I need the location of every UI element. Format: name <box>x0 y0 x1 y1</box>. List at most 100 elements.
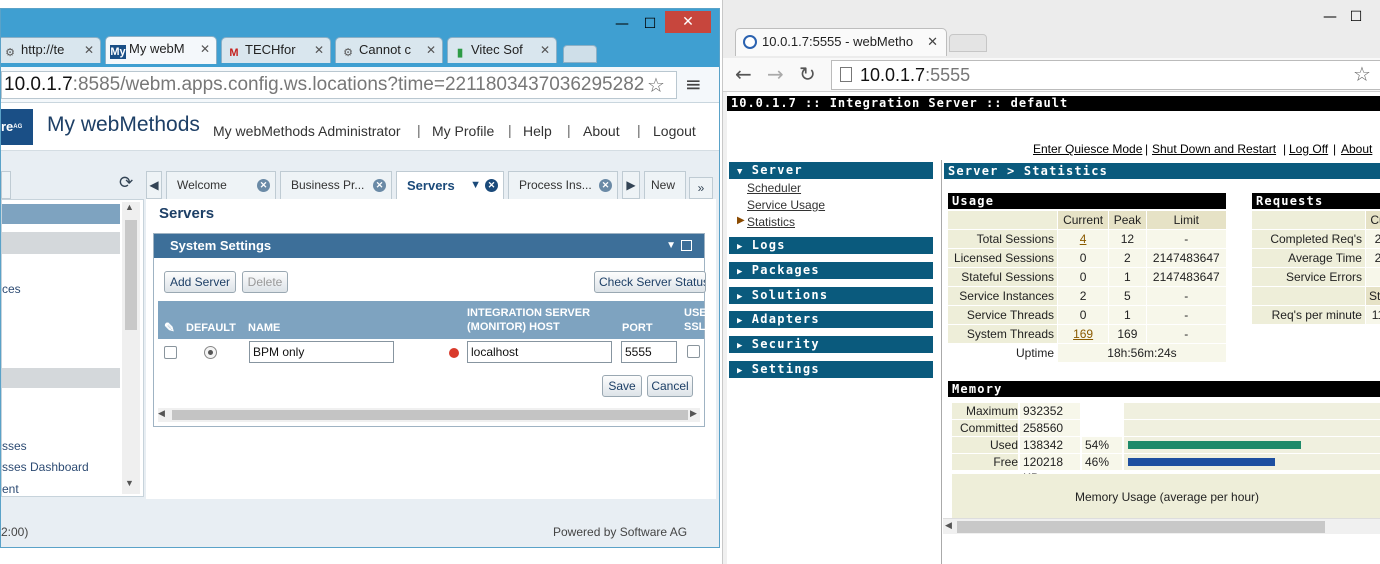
more-tabs-icon[interactable]: » <box>689 177 713 199</box>
scroll-left-icon[interactable]: ◀ <box>945 520 952 531</box>
col-host-line2: (MONITOR) HOST <box>467 321 560 333</box>
maximize-portlet-icon[interactable] <box>681 240 692 251</box>
browser-tab-2[interactable]: My My webM ✕ <box>105 36 217 64</box>
check-server-status-button[interactable]: Check Server Status <box>594 271 706 293</box>
nav-packages[interactable]: ▶ Packages <box>729 262 933 279</box>
tabs-scroll-left-icon[interactable]: ◀ <box>146 171 162 199</box>
add-server-button[interactable]: Add Server <box>164 271 236 293</box>
refresh-sync-icon[interactable]: ⟳ <box>119 173 133 193</box>
host-input[interactable]: localhost <box>467 341 612 363</box>
header-link-my-profile[interactable]: My Profile <box>432 123 494 139</box>
nav-service-usage[interactable]: Service Usage <box>747 198 825 212</box>
close-tab-icon[interactable]: ✕ <box>426 38 436 62</box>
sidebar-collapsed-tab[interactable] <box>1 171 11 199</box>
server-name-input[interactable]: BPM only <box>249 341 394 363</box>
portal-tab-new[interactable]: New <box>644 171 686 199</box>
menu-icon[interactable]: ≡ <box>685 72 702 96</box>
row-select-checkbox[interactable] <box>164 346 177 359</box>
maximize-icon[interactable]: ☐ <box>1343 6 1369 28</box>
scroll-left-icon[interactable]: ◀ <box>158 408 165 419</box>
sidebar-item[interactable]: ent <box>2 482 19 496</box>
link-separator: | <box>1283 142 1287 156</box>
bookmark-star-icon[interactable]: ☆ <box>647 73 665 97</box>
shut-down-restart-link[interactable]: Shut Down and Restart <box>1152 142 1276 156</box>
close-tab-icon[interactable]: ✕ <box>540 38 550 62</box>
minimize-icon[interactable]: — <box>1317 6 1343 28</box>
scroll-right-icon[interactable]: ▶ <box>690 408 697 419</box>
portal-tab-business-processes[interactable]: Business Pr... ✕ <box>280 171 392 199</box>
close-tab-icon[interactable]: ✕ <box>257 179 270 192</box>
browser-tab-5[interactable]: ▮ Vitec Sof ✕ <box>447 37 557 63</box>
nav-adapters[interactable]: ▶ Adapters <box>729 311 933 328</box>
new-tab-button[interactable] <box>949 34 987 52</box>
header-link-about[interactable]: About <box>583 123 620 139</box>
chevron-down-icon[interactable]: ▼ <box>666 234 676 258</box>
close-tab-icon[interactable]: ✕ <box>599 179 612 192</box>
horizontal-scrollbar[interactable]: ◀ <box>943 518 1380 534</box>
about-link[interactable]: About <box>1341 142 1372 156</box>
new-tab-button[interactable] <box>563 45 597 63</box>
close-tab-icon[interactable]: ✕ <box>314 38 324 62</box>
enter-quiesce-mode-link[interactable]: Enter Quiesce Mode <box>1033 142 1142 156</box>
scroll-up-icon[interactable]: ▲ <box>125 202 134 212</box>
minimize-icon[interactable]: — <box>609 13 635 35</box>
breadcrumb: Server > Statistics <box>944 163 1380 179</box>
cancel-button[interactable]: Cancel <box>647 375 693 397</box>
browser-tab-1[interactable]: ⚙ http://te ✕ <box>1 37 101 63</box>
browser-tab-3[interactable]: M TECHfor ✕ <box>221 37 331 63</box>
delete-button[interactable]: Delete <box>242 271 288 293</box>
gear-bug-icon: ⚙ <box>343 47 353 59</box>
tabs-scroll-right-icon[interactable]: ▶ <box>622 171 640 199</box>
back-icon[interactable]: ← <box>735 62 752 86</box>
address-bar[interactable]: 10.0.1.7:8585/webm.apps.config.ws.locati… <box>1 71 677 99</box>
nav-solutions[interactable]: ▶ Solutions <box>729 287 933 304</box>
sidebar-item[interactable]: sses Dashboard <box>2 460 89 474</box>
sidebar-band[interactable] <box>2 368 120 388</box>
header-link-help[interactable]: Help <box>523 123 552 139</box>
bookmark-star-icon[interactable]: ☆ <box>1353 62 1371 86</box>
nav-security[interactable]: ▶ Security <box>729 336 933 353</box>
default-radio[interactable] <box>204 346 217 359</box>
reload-icon[interactable]: ↻ <box>799 62 816 86</box>
header-link-logout[interactable]: Logout <box>653 123 696 139</box>
total-sessions-link[interactable]: 4 <box>1080 232 1087 246</box>
nav-scheduler[interactable]: Scheduler <box>747 181 801 195</box>
horizontal-scrollbar[interactable]: ◀ ▶ <box>158 408 700 422</box>
scrollbar-thumb[interactable] <box>125 220 137 330</box>
scrollbar-thumb[interactable] <box>172 410 688 420</box>
portal-tab-process-instances[interactable]: Process Ins... ✕ <box>508 171 618 199</box>
portal-tab-servers[interactable]: Servers ▼ ✕ <box>396 171 504 199</box>
address-bar[interactable]: 10.0.1.7:5555 <box>831 60 1380 90</box>
nav-logs[interactable]: ▶ Logs <box>729 237 933 254</box>
sidebar-item[interactable]: ces <box>2 282 21 296</box>
portal-tab-welcome[interactable]: Welcome ✕ <box>166 171 276 199</box>
header-link-administrator[interactable]: My webMethods Administrator <box>213 123 401 139</box>
close-tab-icon[interactable]: ✕ <box>84 38 94 62</box>
nav-statistics[interactable]: Statistics <box>747 215 795 229</box>
sidebar-band-active[interactable] <box>2 204 120 224</box>
nav-server[interactable]: ▼ Server <box>729 162 933 179</box>
sidebar-item[interactable]: sses <box>2 439 27 453</box>
sidebar-scrollbar[interactable]: ▲ ▼ <box>122 202 140 494</box>
close-tab-icon[interactable]: ✕ <box>373 179 386 192</box>
browser-tab-4[interactable]: ⚙ Cannot c ✕ <box>335 37 443 63</box>
scroll-down-icon[interactable]: ▼ <box>125 478 134 488</box>
scrollbar-thumb[interactable] <box>957 521 1325 533</box>
close-tab-icon[interactable]: ✕ <box>927 29 938 55</box>
chevron-down-icon[interactable]: ▼ <box>470 172 481 199</box>
close-window-icon[interactable]: ✕ <box>665 11 711 33</box>
browser-tab-integration-server[interactable]: 10.0.1.7:5555 - webMetho ✕ <box>735 28 947 56</box>
maximize-icon[interactable]: ☐ <box>637 13 663 35</box>
save-button[interactable]: Save <box>602 375 642 397</box>
close-tab-icon[interactable]: ✕ <box>485 179 498 192</box>
use-ssl-checkbox[interactable] <box>687 345 700 358</box>
close-tab-icon[interactable]: ✕ <box>200 37 210 61</box>
nav-settings[interactable]: ▶ Settings <box>729 361 933 378</box>
used-memory-bar-track <box>1124 437 1380 453</box>
port-input[interactable]: 5555 <box>621 341 677 363</box>
log-off-link[interactable]: Log Off <box>1289 142 1328 156</box>
system-threads-link[interactable]: 169 <box>1073 327 1093 341</box>
forward-icon[interactable]: → <box>767 62 784 86</box>
sidebar-band[interactable] <box>2 232 120 254</box>
usage-title: Usage <box>948 193 1226 209</box>
